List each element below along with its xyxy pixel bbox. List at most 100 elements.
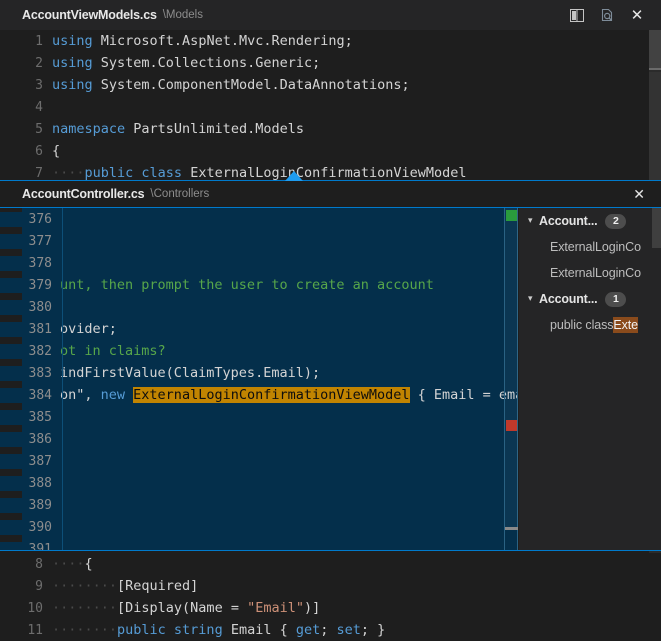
code-token: indFirstValue(ClaimTypes.Email); bbox=[60, 365, 320, 381]
code-token: )] bbox=[304, 600, 320, 616]
code-line[interactable]: 382ot in claims? bbox=[0, 340, 518, 362]
code-token: [Display(Name = bbox=[117, 600, 247, 616]
code-line[interactable]: 383indFirstValue(ClaimTypes.Email); bbox=[0, 362, 518, 384]
line-number: 389 bbox=[0, 498, 60, 513]
code-line[interactable]: 9········[Required] bbox=[0, 575, 661, 597]
results-list-item[interactable]: ExternalLoginCo bbox=[518, 234, 652, 260]
peek-titlebar: AccountController.cs \Controllers ✕ bbox=[0, 181, 661, 208]
results-scrollbar-thumb[interactable] bbox=[652, 208, 661, 248]
line-number: 381 bbox=[0, 322, 60, 337]
code-text: ····public class ExternalLoginConfirmati… bbox=[52, 165, 467, 181]
results-list-item[interactable]: ExternalLoginCo bbox=[518, 260, 652, 286]
code-token: public string bbox=[117, 622, 231, 638]
active-tab-filename[interactable]: AccountViewModels.cs bbox=[22, 8, 157, 22]
line-number: 377 bbox=[0, 234, 60, 249]
code-line[interactable]: 8····{ bbox=[0, 553, 661, 575]
code-line[interactable]: 3using System.ComponentModel.DataAnnotat… bbox=[0, 74, 661, 96]
code-token: { bbox=[85, 556, 93, 572]
code-line[interactable]: 4 bbox=[0, 96, 661, 118]
line-number: 7 bbox=[0, 166, 52, 181]
code-line[interactable]: 11········public string Email { get; set… bbox=[0, 619, 661, 641]
results-list-item[interactable]: public class Exte bbox=[518, 312, 652, 338]
line-number: 9 bbox=[0, 579, 52, 594]
code-token: using bbox=[52, 77, 101, 93]
code-token: Microsoft.AspNet.Mvc.Rendering; bbox=[101, 33, 353, 49]
code-token: ExternalLoginConfirmationViewModel bbox=[133, 387, 409, 403]
results-group-label: Account... bbox=[539, 214, 597, 228]
line-number: 11 bbox=[0, 623, 52, 638]
line-number: 3 bbox=[0, 78, 52, 93]
peek-results-list[interactable]: ▾Account...2ExternalLoginCoExternalLogin… bbox=[518, 208, 661, 550]
code-token: ········ bbox=[52, 578, 117, 594]
code-token: ot in claims? bbox=[60, 343, 166, 359]
chevron-down-icon[interactable]: ▾ bbox=[528, 293, 539, 304]
code-token: ExternalLoginConfirmationViewModel bbox=[190, 165, 466, 181]
code-line[interactable]: 378 bbox=[0, 252, 518, 274]
line-number: 382 bbox=[0, 344, 60, 359]
editor-bottom-lines-surface[interactable]: 8····{9········[Required]10········[Disp… bbox=[0, 553, 661, 641]
modified-marker-icon bbox=[506, 210, 517, 221]
split-editor-icon[interactable] bbox=[569, 7, 585, 23]
peek-close-icon[interactable]: ✕ bbox=[633, 187, 645, 201]
code-line[interactable]: 386 bbox=[0, 428, 518, 450]
code-line[interactable]: 389 bbox=[0, 494, 518, 516]
code-line[interactable]: 388 bbox=[0, 472, 518, 494]
line-number: 8 bbox=[0, 557, 52, 572]
code-line[interactable]: 10········[Display(Name = "Email")] bbox=[0, 597, 661, 619]
peek-vertical-scrollbar[interactable] bbox=[504, 208, 518, 550]
line-number: 4 bbox=[0, 100, 52, 115]
line-number: 386 bbox=[0, 432, 60, 447]
chevron-down-icon[interactable]: ▾ bbox=[528, 215, 539, 226]
code-token: ········ bbox=[52, 622, 117, 638]
code-token: ···· bbox=[52, 556, 85, 572]
result-text: ExternalLoginCo bbox=[550, 266, 641, 280]
code-line[interactable]: 5namespace PartsUnlimited.Models bbox=[0, 118, 661, 140]
editor-bottom-lines: 8····{9········[Required]10········[Disp… bbox=[0, 553, 661, 641]
code-token: using bbox=[52, 55, 101, 71]
code-text: on", new ExternalLoginConfirmationViewMo… bbox=[60, 387, 518, 403]
code-line[interactable]: 385 bbox=[0, 406, 518, 428]
code-token: new bbox=[101, 387, 134, 403]
code-line[interactable]: 377 bbox=[0, 230, 518, 252]
peek-view: AccountController.cs \Controllers ✕ 3763… bbox=[0, 180, 661, 551]
code-line[interactable]: 1using Microsoft.AspNet.Mvc.Rendering; bbox=[0, 30, 661, 52]
line-number: 5 bbox=[0, 122, 52, 137]
code-line[interactable]: 384on", new ExternalLoginConfirmationVie… bbox=[0, 384, 518, 406]
code-line[interactable]: 379unt, then prompt the user to create a… bbox=[0, 274, 518, 296]
code-text: ········public string Email { get; set; … bbox=[52, 622, 385, 638]
peek-scrollbar-thumb[interactable] bbox=[505, 208, 518, 530]
code-token: namespace bbox=[52, 121, 133, 137]
scrollbar-thumb[interactable] bbox=[649, 30, 661, 70]
result-text: public class bbox=[550, 318, 613, 332]
peek-filename[interactable]: AccountController.cs bbox=[22, 187, 144, 201]
code-line[interactable]: 376 bbox=[0, 208, 518, 230]
code-line[interactable]: 380 bbox=[0, 296, 518, 318]
results-group-header[interactable]: ▾Account...2 bbox=[518, 208, 652, 234]
code-line[interactable]: 6{ bbox=[0, 140, 661, 162]
line-number: 6 bbox=[0, 144, 52, 159]
code-line[interactable]: 381ovider; bbox=[0, 318, 518, 340]
results-group-label: Account... bbox=[539, 292, 597, 306]
code-line[interactable]: 390 bbox=[0, 516, 518, 538]
code-token: using bbox=[52, 33, 101, 49]
close-icon[interactable]: ✕ bbox=[629, 7, 645, 23]
code-line[interactable]: 387 bbox=[0, 450, 518, 472]
peek-pointer-arrow bbox=[285, 171, 303, 181]
code-token: { bbox=[52, 143, 60, 159]
code-text: ········[Required] bbox=[52, 578, 198, 594]
peek-editor[interactable]: 376 377 378379unt, then prompt the user to… bbox=[0, 208, 518, 550]
code-token: { Email = emai bbox=[410, 387, 518, 403]
line-number: 388 bbox=[0, 476, 60, 491]
code-line[interactable]: 391 bbox=[0, 538, 518, 550]
code-line[interactable]: 2using System.Collections.Generic; bbox=[0, 52, 661, 74]
results-vertical-scrollbar[interactable] bbox=[652, 208, 661, 550]
code-token: "Email" bbox=[247, 600, 304, 616]
results-group-header[interactable]: ▾Account...1 bbox=[518, 286, 652, 312]
code-text: using System.Collections.Generic; bbox=[52, 55, 320, 71]
peek-search-icon[interactable] bbox=[599, 7, 615, 23]
peek-code-lines: 376 377 378379unt, then prompt the user to… bbox=[0, 208, 518, 550]
code-token: PartsUnlimited.Models bbox=[133, 121, 304, 137]
code-token: ········ bbox=[52, 600, 117, 616]
code-token: get bbox=[296, 622, 320, 638]
code-text: using System.ComponentModel.DataAnnotati… bbox=[52, 77, 410, 93]
